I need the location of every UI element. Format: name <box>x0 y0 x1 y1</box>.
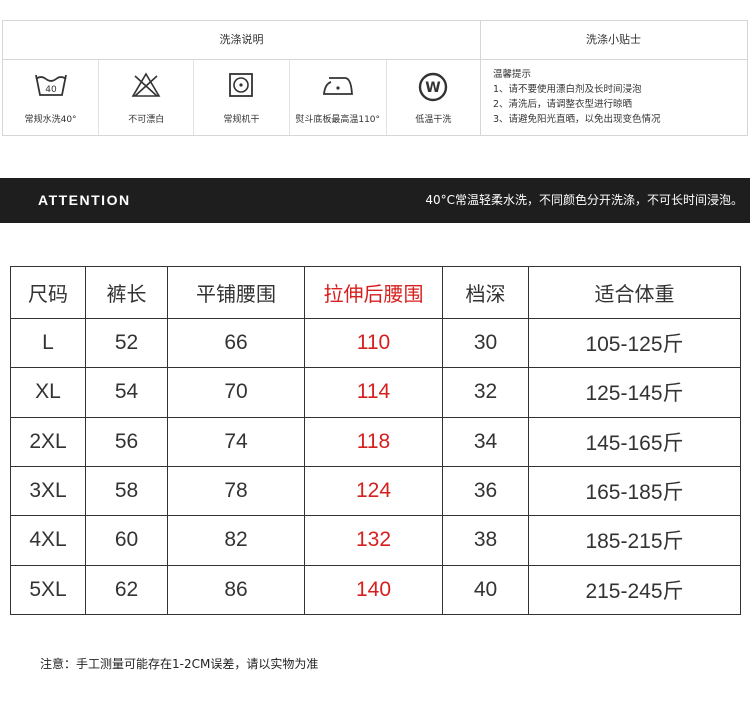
iron-icon <box>322 77 353 95</box>
care-item-dryclean: W 低温干洗 <box>387 60 480 135</box>
header-length: 裤长 <box>85 266 168 319</box>
cell-length: 54 <box>85 367 168 418</box>
header-stretched-waist: 拉伸后腰围 <box>304 266 443 319</box>
cell-rise: 30 <box>442 317 529 369</box>
cell-length: 56 <box>85 416 168 467</box>
header-size: 尺码 <box>10 266 86 319</box>
tip-item: 2、清洗后，请调整衣型进行晾晒 <box>493 99 633 110</box>
svg-text:W: W <box>426 80 441 96</box>
tip-item: 1、请不要使用漂白剂及长时间浸泡 <box>493 84 642 95</box>
cell-weight: 145-165斤 <box>528 416 741 467</box>
attention-bar: ATTENTION 40°C常温轻柔水洗，不同颜色分开洗涤，不可长时间浸泡。 <box>0 178 750 223</box>
care-label: 不可漂白 <box>128 115 165 125</box>
care-panel: 洗涤说明 洗涤小贴士 40 常规水洗40° 不可漂白 常规机干 熨斗底板最高温1… <box>2 20 748 136</box>
cell-stretched-waist: 114 <box>304 367 443 418</box>
attention-message: 40°C常温轻柔水洗，不同颜色分开洗涤，不可长时间浸泡。 <box>425 193 743 207</box>
cell-size: L <box>10 317 86 369</box>
cell-stretched-waist: 132 <box>304 515 443 566</box>
cell-size: 2XL <box>10 416 86 467</box>
cell-weight: 215-245斤 <box>528 564 741 616</box>
cell-rise: 32 <box>442 367 529 418</box>
cell-flat-waist: 66 <box>167 317 305 369</box>
table-row: 3XL 58 78 124 36 165-185斤 <box>10 465 741 517</box>
tumble-dry-icon <box>229 73 254 97</box>
cell-length: 60 <box>85 515 168 566</box>
table-row: 4XL 60 82 132 38 185-215斤 <box>10 515 741 566</box>
cell-stretched-waist: 110 <box>304 317 443 369</box>
cell-size: 5XL <box>10 564 86 616</box>
cell-stretched-waist: 124 <box>304 465 443 517</box>
care-label: 低温干洗 <box>415 115 452 125</box>
header-rise: 档深 <box>442 266 529 319</box>
tips-list: 温馨提示 1、请不要使用漂白剂及长时间浸泡 2、清洗后，请调整衣型进行晾晒 3、… <box>493 67 743 127</box>
care-header: 洗涤说明 <box>3 21 481 59</box>
dry-clean-w-icon: W <box>419 72 448 102</box>
care-item-iron: 熨斗底板最高温110° <box>290 60 387 135</box>
care-label: 常规水洗40° <box>24 115 77 125</box>
cell-size: XL <box>10 367 86 418</box>
wash-40-icon: 40 <box>34 74 67 96</box>
cell-size: 3XL <box>10 465 86 517</box>
cell-flat-waist: 70 <box>167 367 305 418</box>
measurement-note: 注意：手工测量可能存在1-2CM误差，请以实物为准 <box>40 657 319 671</box>
care-item-wash: 40 常规水洗40° <box>3 60 100 135</box>
care-icons-row: 40 常规水洗40° 不可漂白 常规机干 熨斗底板最高温110° W 低温干洗 <box>3 60 481 135</box>
tips-header: 洗涤小贴士 <box>586 33 641 46</box>
care-label: 常规机干 <box>223 115 260 125</box>
cell-weight: 125-145斤 <box>528 367 741 418</box>
tip-item: 3、请避免阳光直晒，以免出现变色情况 <box>493 114 661 125</box>
cell-flat-waist: 74 <box>167 416 305 467</box>
care-label: 熨斗底板最高温110° <box>295 115 381 125</box>
cell-stretched-waist: 140 <box>304 564 443 616</box>
cell-size: 4XL <box>10 515 86 566</box>
cell-length: 52 <box>85 317 168 369</box>
cell-rise: 38 <box>442 515 529 566</box>
cell-stretched-waist: 118 <box>304 416 443 467</box>
cell-flat-waist: 78 <box>167 465 305 517</box>
table-row: 5XL 62 86 140 40 215-245斤 <box>10 564 741 616</box>
tips-title: 温馨提示 <box>493 69 532 80</box>
cell-rise: 34 <box>442 416 529 467</box>
svg-text:40: 40 <box>45 85 57 95</box>
size-table: 尺码 裤长 平铺腰围 拉伸后腰围 档深 适合体重 L 52 66 110 30 … <box>10 266 741 616</box>
no-bleach-icon <box>131 72 161 97</box>
cell-weight: 105-125斤 <box>528 317 741 369</box>
cell-weight: 185-215斤 <box>528 515 741 566</box>
header-flat-waist: 平铺腰围 <box>167 266 305 319</box>
cell-flat-waist: 86 <box>167 564 305 616</box>
care-item-bleach: 不可漂白 <box>99 60 195 135</box>
cell-length: 62 <box>85 564 168 616</box>
cell-flat-waist: 82 <box>167 515 305 566</box>
care-item-dry: 常规机干 <box>194 60 290 135</box>
table-row: 2XL 56 74 118 34 145-165斤 <box>10 416 741 467</box>
cell-rise: 40 <box>442 564 529 616</box>
cell-rise: 36 <box>442 465 529 517</box>
table-row: L 52 66 110 30 105-125斤 <box>10 317 741 369</box>
cell-weight: 165-185斤 <box>528 465 741 517</box>
cell-length: 58 <box>85 465 168 517</box>
table-row: XL 54 70 114 32 125-145斤 <box>10 367 741 418</box>
attention-title: ATTENTION <box>38 192 131 208</box>
header-weight: 适合体重 <box>528 266 741 319</box>
table-header-row: 尺码 裤长 平铺腰围 拉伸后腰围 档深 适合体重 <box>10 266 741 319</box>
